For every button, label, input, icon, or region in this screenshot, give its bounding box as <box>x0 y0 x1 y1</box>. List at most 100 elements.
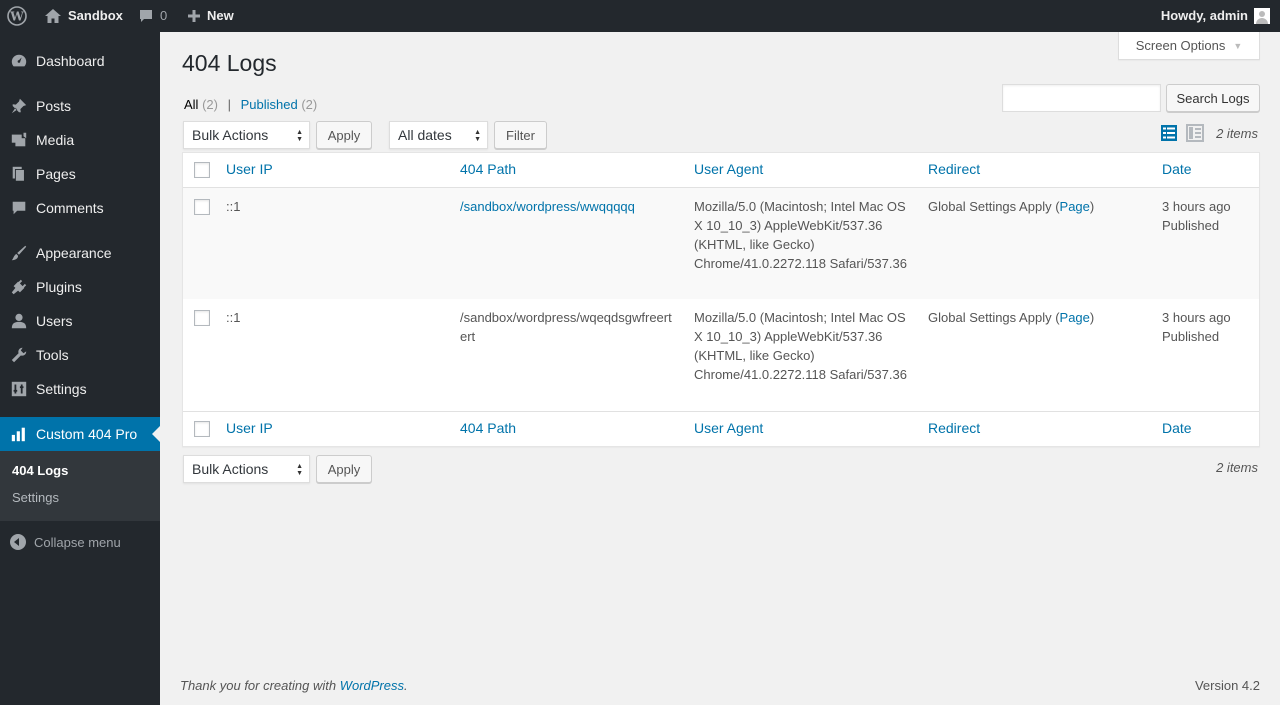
view-mode-switcher <box>1160 124 1204 142</box>
sidebar-item-appearance[interactable]: Appearance <box>0 236 160 270</box>
sidebar-item-tools[interactable]: Tools <box>0 338 160 372</box>
column-header-404-path[interactable]: 404 Path <box>460 161 680 177</box>
cell-user-agent: Mozilla/5.0 (Macintosh; Intel Mac OS X 1… <box>694 199 907 271</box>
redirect-page-link[interactable]: Page <box>1060 199 1090 214</box>
cell-date: 3 hours ago Published <box>1162 197 1262 235</box>
status-text: Published <box>1162 218 1220 233</box>
wordpress-link[interactable]: WordPress <box>340 678 404 693</box>
plus-icon <box>188 10 200 22</box>
footer-version: Version 4.2 <box>1194 678 1260 693</box>
date-text: 3 hours ago <box>1162 310 1231 325</box>
sidebar-item-pages[interactable]: Pages <box>0 157 160 191</box>
user-icon <box>0 312 36 330</box>
bulk-actions-value: Bulk Actions <box>192 461 269 477</box>
svg-text:W: W <box>9 10 24 24</box>
apply-button-top[interactable]: Apply <box>316 121 372 149</box>
column-header-date[interactable]: Date <box>1162 161 1262 177</box>
home-icon <box>45 9 61 23</box>
view-all-link[interactable]: All <box>184 97 198 112</box>
column-header-user-ip[interactable]: User IP <box>226 161 273 177</box>
site-name: Sandbox <box>68 8 123 23</box>
account-menu[interactable]: Howdy, admin <box>1161 0 1270 32</box>
column-footer-user-ip[interactable]: User IP <box>226 420 273 436</box>
site-name-link[interactable]: Sandbox <box>44 0 123 32</box>
table-row: ::1 /sandbox/wordpress/wqeqdsgwfreertert… <box>183 299 1259 411</box>
page-title: 404 Logs <box>182 50 277 76</box>
column-footer-redirect[interactable]: Redirect <box>928 420 1148 436</box>
sidebar-item-label: Users <box>36 313 73 329</box>
sidebar-item-label: Posts <box>36 98 72 114</box>
bulk-actions-select-top[interactable]: Bulk Actions ▲ ▼ <box>183 121 310 149</box>
list-view-icon[interactable] <box>1160 124 1178 142</box>
sidebar-item-label: Settings <box>36 381 87 397</box>
row-checkbox[interactable] <box>194 199 210 215</box>
sidebar-item-comments[interactable]: Comments <box>0 191 160 225</box>
cell-user-agent: Mozilla/5.0 (Macintosh; Intel Mac OS X 1… <box>694 310 907 382</box>
bulk-actions-select-bottom[interactable]: Bulk Actions ▲ ▼ <box>183 455 310 483</box>
column-footer-date[interactable]: Date <box>1162 420 1262 436</box>
cell-404-path-link[interactable]: /sandbox/wordpress/wwqqqqq <box>460 197 680 216</box>
sidebar-item-media[interactable]: Media <box>0 123 160 157</box>
footer-thanks-suffix: . <box>404 678 408 693</box>
collapse-menu-button[interactable]: Collapse menu <box>0 527 160 557</box>
items-count-top: 2 items <box>1216 126 1258 141</box>
search-input[interactable] <box>1002 84 1161 112</box>
bulk-actions-value: Bulk Actions <box>192 127 269 143</box>
column-header-redirect[interactable]: Redirect <box>928 161 1148 177</box>
date-filter-select[interactable]: All dates ▲ ▼ <box>389 121 488 149</box>
redirect-suffix: ) <box>1089 310 1095 325</box>
sidebar-item-label: Plugins <box>36 279 82 295</box>
redirect-page-link[interactable]: Page <box>1060 310 1090 325</box>
comment-bubble-icon <box>140 10 152 22</box>
cell-user-ip: ::1 <box>226 199 241 214</box>
sidebar-item-posts[interactable]: Posts <box>0 89 160 123</box>
excerpt-view-icon[interactable] <box>1186 124 1204 142</box>
sidebar-item-custom-404-pro[interactable]: Custom 404 Pro <box>0 417 160 451</box>
pages-icon <box>0 165 36 183</box>
dashboard-icon <box>0 52 36 70</box>
date-text: 3 hours ago <box>1162 199 1231 214</box>
redirect-text: Global Settings Apply ( <box>928 310 1060 325</box>
cell-date: 3 hours ago Published <box>1162 308 1262 346</box>
admin-bar: W Sandbox 0 New Howdy, admin <box>0 0 1280 32</box>
bar-chart-icon <box>0 425 36 443</box>
column-header-user-agent[interactable]: User Agent <box>694 161 914 177</box>
search-logs-button[interactable]: Search Logs <box>1166 84 1260 112</box>
submenu-item-settings[interactable]: Settings <box>12 490 59 505</box>
footer-thanks: Thank you for creating with WordPress. <box>180 678 408 693</box>
pin-icon <box>0 97 36 115</box>
filter-button[interactable]: Filter <box>494 121 547 149</box>
sidebar-item-settings[interactable]: Settings <box>0 372 160 406</box>
wordpress-logo-icon[interactable]: W <box>6 0 28 32</box>
avatar <box>1254 8 1270 24</box>
footer-thanks-text: Thank you for creating with <box>180 678 340 693</box>
custom-404-submenu: 404 Logs Settings <box>0 451 160 521</box>
select-caret-icon: ▲ ▼ <box>474 129 481 143</box>
column-footer-user-agent[interactable]: User Agent <box>694 420 914 436</box>
view-all-count: (2) <box>202 97 218 112</box>
table-header: User IP 404 Path User Agent Redirect Dat… <box>183 153 1259 188</box>
select-caret-icon: ▲ ▼ <box>296 129 303 143</box>
new-label: New <box>207 8 234 23</box>
redirect-suffix: ) <box>1089 199 1095 214</box>
select-all-checkbox[interactable] <box>194 162 210 178</box>
cell-redirect: Global Settings Apply (Page) <box>928 197 1148 216</box>
sidebar-item-plugins[interactable]: Plugins <box>0 270 160 304</box>
howdy-text: Howdy, admin <box>1160 8 1248 23</box>
sidebar-item-label: Appearance <box>36 245 112 261</box>
view-published-count: (2) <box>301 97 318 112</box>
row-checkbox[interactable] <box>194 310 210 326</box>
select-all-checkbox-footer[interactable] <box>194 421 210 437</box>
screen-options-button[interactable]: Screen Options ▼ <box>1118 32 1260 60</box>
apply-button-bottom[interactable]: Apply <box>316 455 372 483</box>
brush-icon <box>0 244 36 262</box>
view-published-link[interactable]: Published <box>241 97 298 112</box>
sidebar-item-dashboard[interactable]: Dashboard <box>0 44 160 78</box>
cell-404-path-link[interactable]: /sandbox/wordpress/wqeqdsgwfreertert <box>460 308 675 346</box>
comments-link[interactable]: 0 <box>138 0 167 32</box>
status-text: Published <box>1162 329 1220 344</box>
submenu-item-404-logs[interactable]: 404 Logs <box>12 463 68 478</box>
sidebar-item-users[interactable]: Users <box>0 304 160 338</box>
column-footer-404-path[interactable]: 404 Path <box>460 420 680 436</box>
new-content-link[interactable]: New <box>187 0 234 32</box>
